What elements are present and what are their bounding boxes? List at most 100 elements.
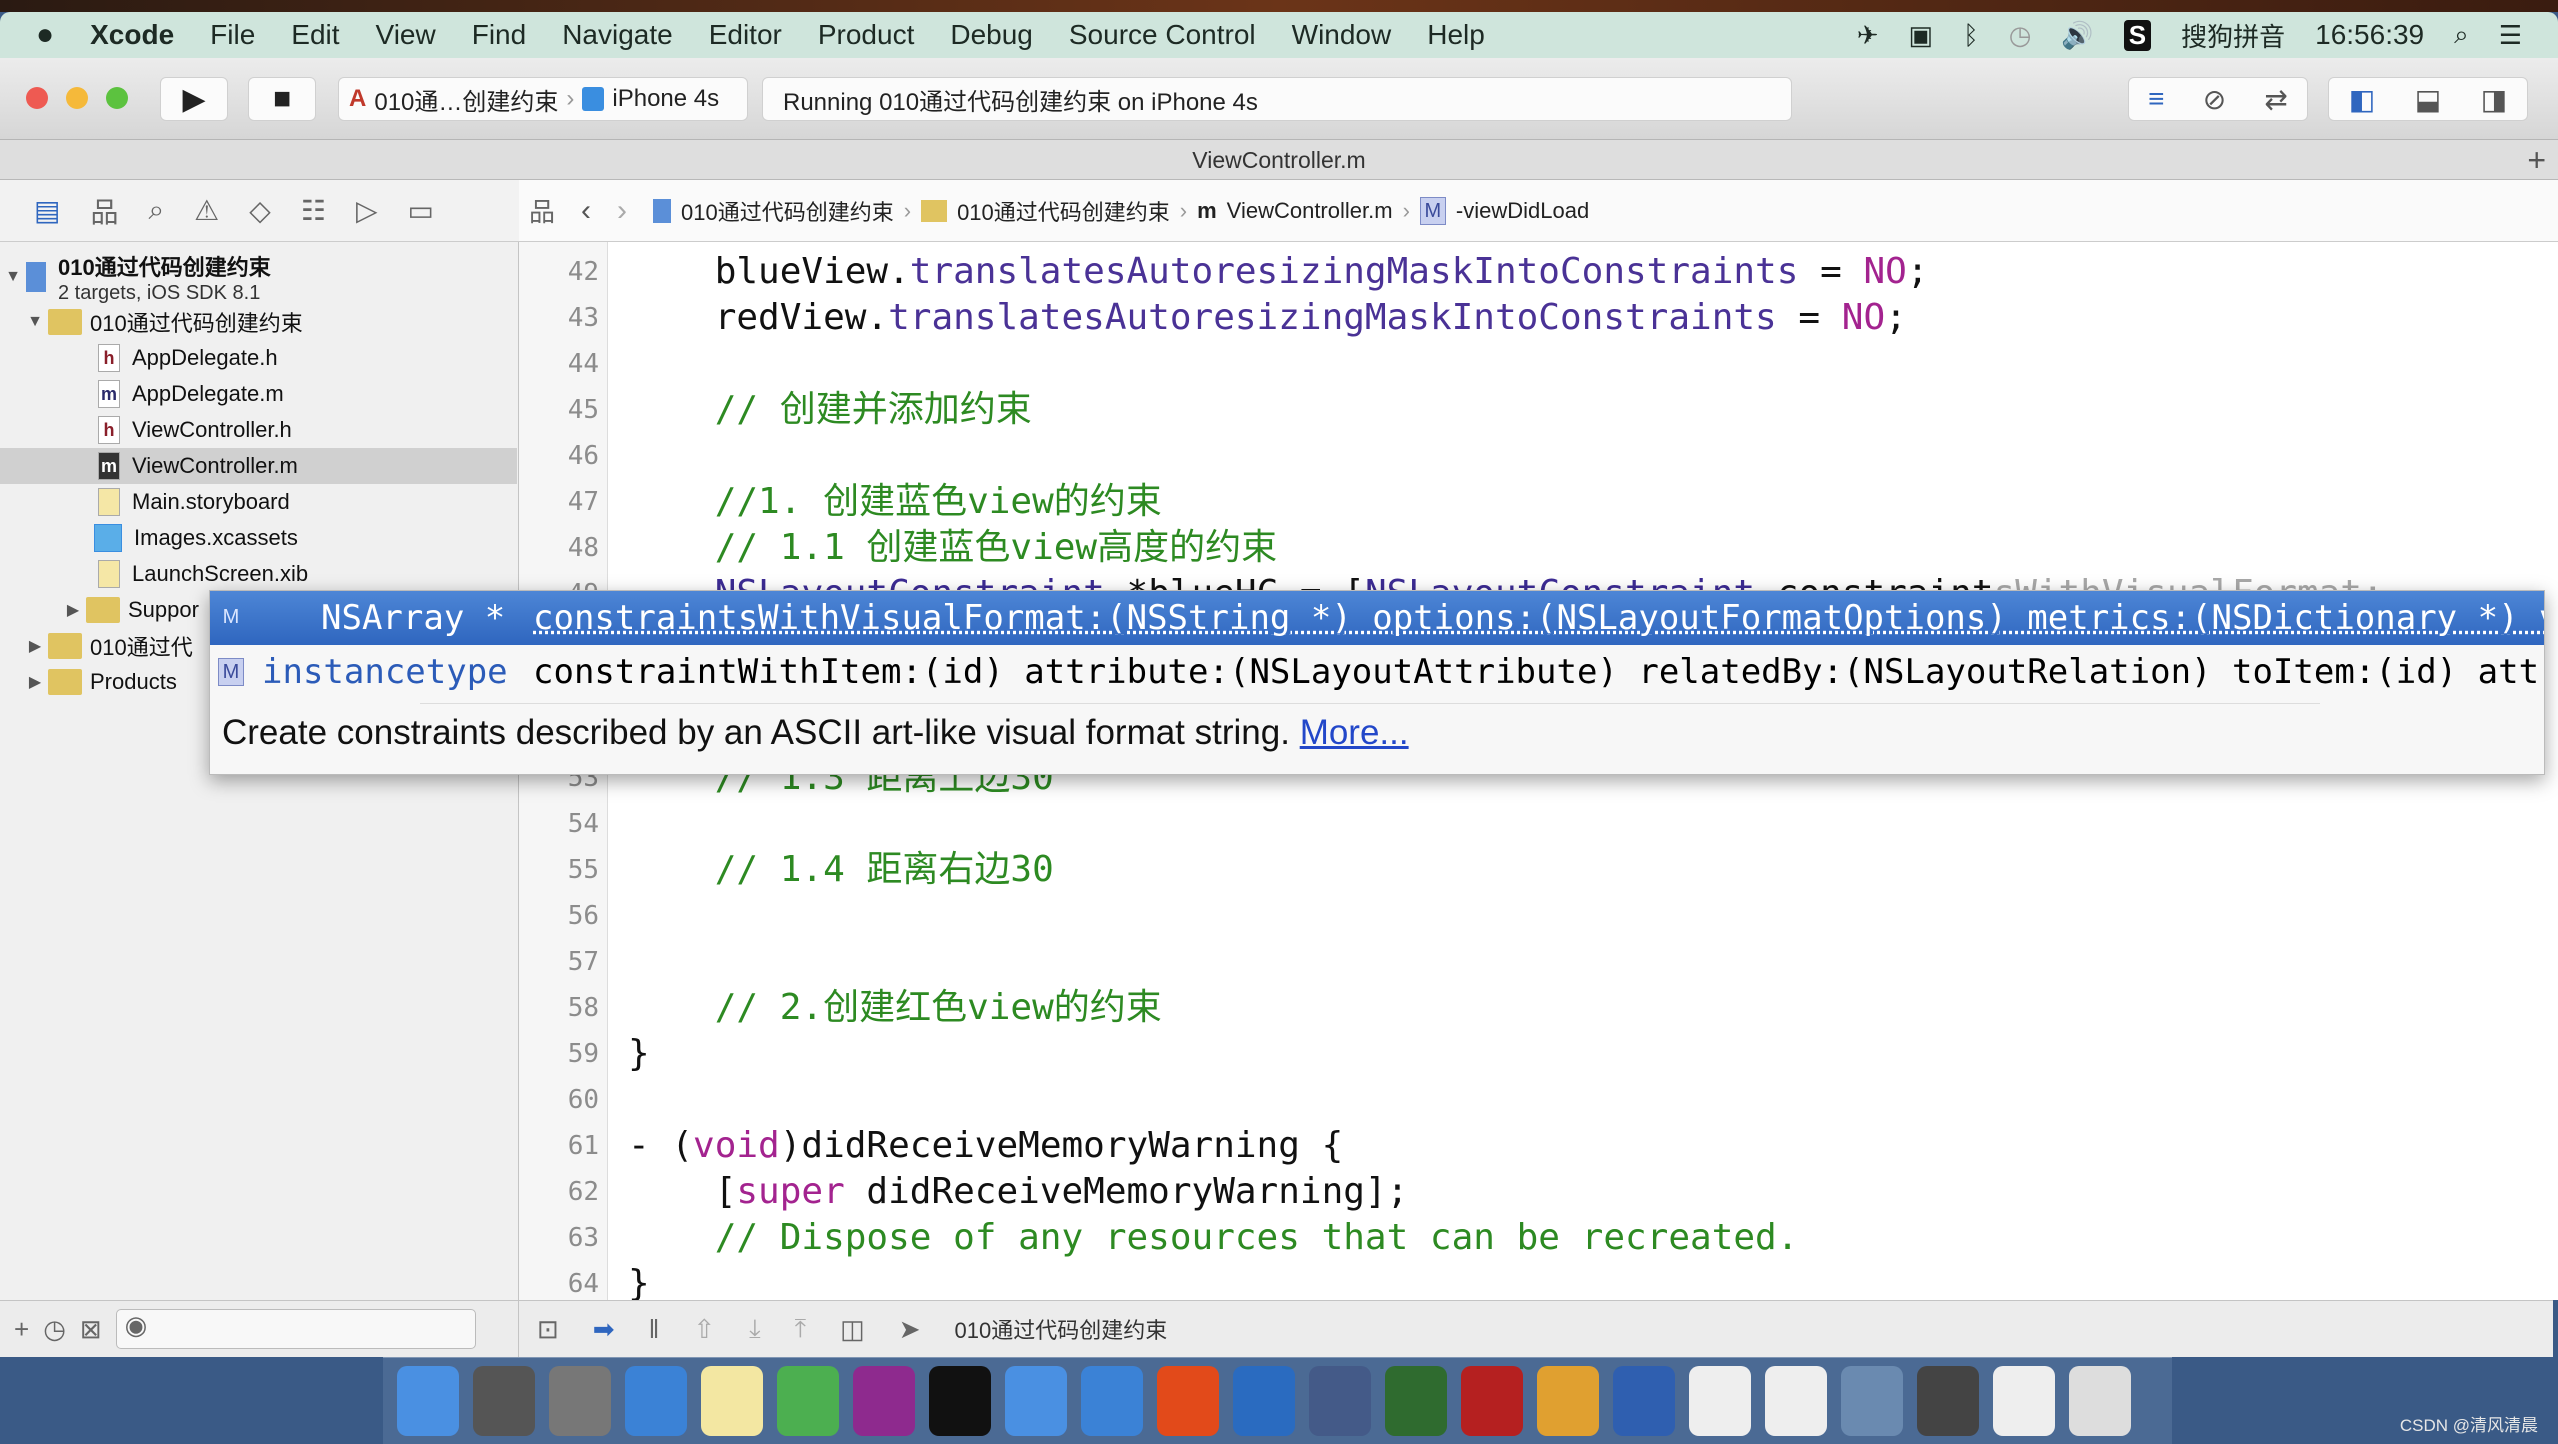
menu-debug[interactable]: Debug [950, 19, 1033, 51]
step-out-icon[interactable]: ⤒ [795, 1313, 807, 1345]
onenote-dock-icon[interactable] [853, 1366, 915, 1436]
scheme-selector[interactable]: A 010通…创建约束 › iPhone 4s [338, 77, 748, 121]
notes-dock-icon[interactable] [701, 1366, 763, 1436]
add-icon[interactable]: + [14, 1314, 29, 1345]
spotlight-icon[interactable]: ⌕ [2454, 19, 2469, 51]
hide-debug-area-icon[interactable]: ⊡ [537, 1314, 559, 1345]
notification-center-icon[interactable]: ☰ [2499, 20, 2522, 51]
close-button[interactable] [26, 87, 48, 109]
version-editor-icon[interactable]: ⇄ [2264, 83, 2287, 116]
symbol-navigator-icon[interactable]: 品 [90, 191, 118, 231]
tree-item-launchscreen-xib[interactable]: LaunchScreen.xib [0, 556, 517, 592]
project-root[interactable]: ▼ 010通过代码创建约束 2 targets, iOS SDK 8.1 [0, 248, 517, 306]
jumpbar-group[interactable]: 010通过代码创建约束 [957, 195, 1170, 227]
code-line[interactable]: // Dispose of any resources that can be … [628, 1215, 1799, 1261]
menu-editor[interactable]: Editor [709, 19, 782, 51]
add-tab-button[interactable]: + [2527, 140, 2546, 180]
menu-navigate[interactable]: Navigate [562, 19, 673, 51]
airplane-icon[interactable]: ✈ [1857, 20, 1879, 51]
disclosure-open-icon[interactable]: ▼ [0, 268, 26, 286]
code-line[interactable]: redView.translatesAutoresizingMaskIntoCo… [628, 295, 1907, 341]
tree-item-main-storyboard[interactable]: Main.storyboard [0, 484, 517, 520]
screen-dock-icon[interactable] [1917, 1366, 1979, 1436]
menu-file[interactable]: File [210, 19, 255, 51]
pages-a-dock-icon[interactable] [1689, 1366, 1751, 1436]
view-debugger-icon[interactable]: ◫ [840, 1314, 865, 1345]
more-link[interactable]: More... [1300, 713, 1409, 752]
tree-item-images-xcassets[interactable]: Images.xcassets [0, 520, 517, 556]
jumpbar-method[interactable]: -viewDidLoad [1456, 198, 1589, 224]
growl-dock-icon[interactable] [1385, 1366, 1447, 1436]
finder-dock-icon[interactable] [397, 1366, 459, 1436]
terminal-dock-icon[interactable] [929, 1366, 991, 1436]
recent-files-icon[interactable]: ◷ [43, 1314, 66, 1345]
disclosure-closed-icon[interactable]: ▶ [22, 672, 48, 692]
trash-dock-icon[interactable] [2069, 1366, 2131, 1436]
code-line[interactable]: // 1.4 距离右边30 [628, 847, 1054, 893]
code-line[interactable]: // 1.1 创建蓝色view高度的约束 [628, 525, 1277, 571]
forward-button[interactable]: › [617, 194, 627, 228]
excel-dock-icon[interactable] [777, 1366, 839, 1436]
filter-input[interactable]: ◉ [115, 1309, 476, 1349]
launchpad-dock-icon[interactable] [549, 1366, 611, 1436]
tree-item-viewcontroller-m[interactable]: m ViewController.m [0, 448, 517, 484]
camera-icon[interactable]: ▣ [1909, 20, 1934, 51]
code-line[interactable]: // 创建并添加约束 [628, 387, 1032, 433]
folder-dock-icon[interactable] [1081, 1366, 1143, 1436]
jumpbar-project[interactable]: 010通过代码创建约束 [681, 195, 894, 227]
sogou-icon[interactable]: S [2123, 19, 2152, 51]
code-line[interactable]: } [628, 1031, 650, 1077]
preview-dock-icon[interactable] [1841, 1366, 1903, 1436]
minimize-button[interactable] [66, 87, 88, 109]
safari-dock-icon[interactable] [625, 1366, 687, 1436]
debug-target[interactable]: 010通过代码创建约束 [955, 1313, 1168, 1345]
completion-item-selected[interactable]: M NSArray * constraintsWithVisualFormat:… [210, 591, 2544, 645]
report-navigator-icon[interactable]: ▭ [407, 194, 433, 227]
disclosure-closed-icon[interactable]: ▶ [60, 600, 86, 620]
menu-window[interactable]: Window [1292, 19, 1392, 51]
utilities-toggle-icon[interactable]: ◨ [2481, 83, 2507, 116]
document-dock-icon[interactable] [1993, 1366, 2055, 1436]
breakpoints-toggle-icon[interactable]: ➡ [593, 1314, 615, 1345]
location-icon[interactable]: ➤ [899, 1314, 921, 1345]
input-method[interactable]: 搜狗拼音 [2181, 17, 2285, 54]
jumpbar-file[interactable]: ViewController.m [1227, 198, 1393, 224]
code-line[interactable]: // 2.创建红色view的约束 [628, 985, 1162, 1031]
completion-item[interactable]: M instancetype constraintWithItem:(id) a… [210, 645, 2544, 699]
xcode-dock-icon[interactable] [1005, 1366, 1067, 1436]
stop-button[interactable]: ■ [248, 77, 316, 121]
code-line[interactable]: blueView.translatesAutoresizingMaskIntoC… [628, 249, 1929, 295]
issue-navigator-icon[interactable]: ⚠ [194, 194, 219, 227]
project-navigator-icon[interactable]: ▤ [34, 194, 60, 227]
step-into-icon[interactable]: ⤓ [749, 1313, 761, 1345]
code-line[interactable]: //1. 创建蓝色view的约束 [628, 479, 1162, 525]
debug-navigator-icon[interactable]: ☷ [301, 194, 326, 227]
find-navigator-icon[interactable]: ⌕ [148, 194, 164, 227]
code-line[interactable]: [super didReceiveMemoryWarning]; [628, 1169, 1409, 1215]
word-dock-icon[interactable] [1613, 1366, 1675, 1436]
run-button[interactable]: ▶ [160, 77, 228, 121]
scissors-dock-icon[interactable] [1233, 1366, 1295, 1436]
tree-item-appdelegate-h[interactable]: h AppDelegate.h [0, 340, 517, 376]
tree-item-group[interactable]: ▼ 010通过代码创建约束 [0, 304, 517, 340]
source-control-filter-icon[interactable]: ⊠ [80, 1314, 102, 1345]
bluetooth-icon[interactable]: ᛒ [1963, 20, 1979, 51]
device-name[interactable]: iPhone 4s [612, 85, 719, 113]
pages-b-dock-icon[interactable] [1765, 1366, 1827, 1436]
tree-item-appdelegate-m[interactable]: m AppDelegate.m [0, 376, 517, 412]
filezilla-dock-icon[interactable] [1461, 1366, 1523, 1436]
apple-icon[interactable]: ● [36, 18, 54, 52]
tab-viewcontroller-m[interactable]: ViewController.m [1192, 147, 1365, 173]
time-machine-icon[interactable]: ◷ [2009, 20, 2032, 51]
movie-dock-icon[interactable] [1309, 1366, 1371, 1436]
menu-source-control[interactable]: Source Control [1069, 19, 1256, 51]
disclosure-closed-icon[interactable]: ▶ [22, 636, 48, 656]
debug-area-toggle-icon[interactable]: ⬓ [2415, 83, 2441, 116]
menu-find[interactable]: Find [472, 19, 526, 51]
system-preferences-dock-icon[interactable] [473, 1366, 535, 1436]
tree-item-viewcontroller-h[interactable]: h ViewController.h [0, 412, 517, 448]
menu-xcode[interactable]: Xcode [90, 19, 174, 51]
breakpoint-navigator-icon[interactable]: ▷ [356, 194, 378, 227]
test-navigator-icon[interactable]: ◇ [249, 194, 271, 227]
related-items-icon[interactable]: 品 [529, 192, 555, 229]
